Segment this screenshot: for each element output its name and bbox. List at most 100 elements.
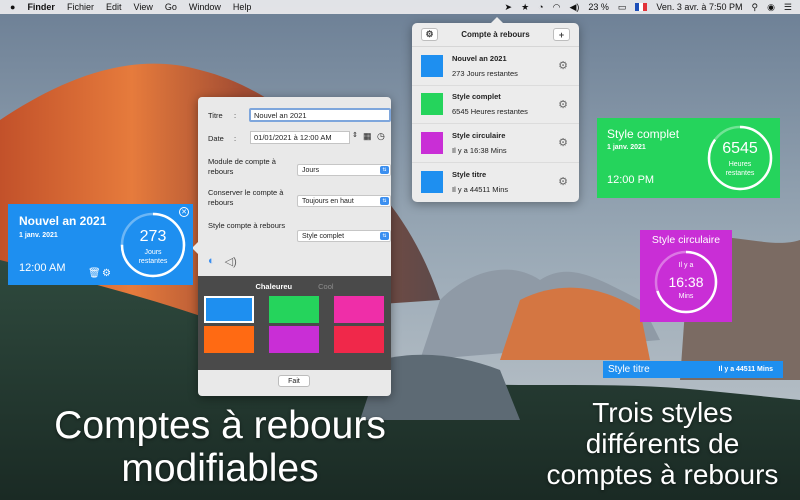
color-grid xyxy=(204,296,384,353)
widget-date: 1 janv. 2021 xyxy=(19,232,58,239)
widget-value: 273 xyxy=(139,228,167,245)
style-select[interactable]: Style complet ⇅ xyxy=(297,230,391,242)
countdown-list-item[interactable]: Nouvel an 2021 273 Jours restantes ⚙ xyxy=(412,47,579,86)
color-swatch xyxy=(421,93,443,116)
palette-icon[interactable]: ◐ xyxy=(208,255,215,268)
flag-icon[interactable] xyxy=(635,3,648,11)
location-arrow-icon[interactable]: ➤ xyxy=(505,0,513,14)
plus-icon: + xyxy=(558,29,565,40)
widget-time: 12:00 AM xyxy=(19,262,66,274)
countdown-list-item[interactable]: Style circulaire Il y a 16:38 Mins ⚙ xyxy=(412,124,579,163)
widget-unit: Jours restantes xyxy=(138,249,168,265)
gear-icon[interactable]: ⚙ xyxy=(558,98,568,111)
countdown-widget-green[interactable]: Style complet 1 janv. 2021 12:00 PM 6545… xyxy=(597,118,780,198)
menu-go[interactable]: Go xyxy=(165,2,177,12)
gear-icon[interactable]: ⚙ xyxy=(102,268,111,279)
chevron-updown-icon: ⇅ xyxy=(380,166,389,174)
menu-file[interactable]: Fichier xyxy=(67,2,94,12)
tab-cool[interactable]: Cool xyxy=(318,282,333,291)
spotlight-search-icon[interactable]: ⚲ xyxy=(751,0,758,14)
item-title: Nouvel an 2021 xyxy=(452,53,507,63)
widget-unit: Mins xyxy=(678,293,694,300)
battery-percent[interactable]: 23 % xyxy=(588,2,609,12)
widget-value: 16:38 xyxy=(668,274,704,290)
module-row: Module de compte à rebours Jours ⇅ xyxy=(208,157,391,177)
theme-tabs: Chaleureu Cool xyxy=(198,276,391,291)
countdown-list-item[interactable]: Style complet 6545 Heures restantes ⚙ xyxy=(412,86,579,124)
countdown-widget-title-style[interactable]: Style titre Il y a 44511 Mins xyxy=(603,361,783,378)
module-select[interactable]: Jours ⇅ xyxy=(297,164,391,176)
color-option[interactable] xyxy=(334,326,384,353)
countdown-widget-purple[interactable]: Style circulaire Il y a 16:38 Mins xyxy=(640,230,732,322)
keep-row: Conserver le compte à rebours Toujours e… xyxy=(208,188,391,208)
menu-bar-left: ● Finder Fichier Edit View Go Window Hel… xyxy=(0,0,251,14)
tab-warm[interactable]: Chaleureu xyxy=(255,282,292,291)
item-title: Style circulaire xyxy=(452,130,506,140)
style-row: Style compte à rebours Style complet ⇅ xyxy=(208,221,391,242)
date-input[interactable]: 01/01/2021 à 12:00 AM xyxy=(250,131,350,144)
widget-title: Style titre xyxy=(608,364,650,375)
countdown-editor-panel: Titre: Nouvel an 2021 Date: 01/01/2021 à… xyxy=(192,97,391,396)
siri-icon[interactable]: ◉ xyxy=(767,0,775,14)
color-swatch xyxy=(421,54,443,77)
date-row: Date: 01/01/2021 à 12:00 AM ⇕ ▦ ◷ xyxy=(208,131,385,144)
headline-right: Trois styles différents de comptes à reb… xyxy=(546,397,779,490)
clock-text[interactable]: Ven. 3 avr. à 7:50 PM xyxy=(656,2,742,12)
color-theme-picker: Chaleureu Cool xyxy=(198,276,391,370)
widget-unit: Heures restantes xyxy=(725,161,755,177)
apple-icon[interactable]: ● xyxy=(10,0,15,14)
color-swatch xyxy=(421,170,443,193)
menu-window[interactable]: Window xyxy=(189,2,221,12)
menu-edit[interactable]: Edit xyxy=(106,2,122,12)
menu-view[interactable]: View xyxy=(133,2,152,12)
countdown-widget-blue[interactable]: Nouvel an 2021 1 janv. 2021 12:00 AM 🗑 ⚙… xyxy=(8,204,193,285)
widget-top-label: Il y a xyxy=(678,262,694,269)
widget-time: 12:00 PM xyxy=(607,174,655,186)
star-icon[interactable]: ★ xyxy=(521,0,529,14)
gear-icon: ⚙ xyxy=(425,29,434,39)
trash-icon[interactable]: 🗑 xyxy=(88,268,101,279)
chevron-updown-icon: ⇅ xyxy=(380,197,389,205)
title-label: Titre xyxy=(208,111,223,120)
title-input[interactable]: Nouvel an 2021 xyxy=(249,108,391,122)
gear-icon[interactable]: ⚙ xyxy=(558,136,568,149)
stepper-icon[interactable]: ⇕ xyxy=(352,131,358,139)
menu-help[interactable]: Help xyxy=(233,2,252,12)
countdown-list-item[interactable]: Style titre Il y a 44511 Mins ⚙ xyxy=(412,163,579,202)
done-button[interactable]: Fait xyxy=(278,375,310,387)
color-swatch xyxy=(421,131,443,154)
countdown-popover: ⚙ Compte à rebours + Nouvel an 2021 273 J… xyxy=(412,17,579,202)
item-subtitle: Il y a 44511 Mins xyxy=(452,184,509,194)
color-option[interactable] xyxy=(269,296,319,323)
countdown-app-icon[interactable]: ◔ xyxy=(538,0,543,14)
style-label: Style compte à rebours xyxy=(208,221,286,230)
volume-icon[interactable]: ◀) xyxy=(569,0,579,14)
add-countdown-button[interactable]: + xyxy=(553,28,570,41)
sound-icon[interactable]: ◁) xyxy=(225,255,237,268)
widget-value: 6545 xyxy=(722,140,758,157)
wifi-icon[interactable]: ◠ xyxy=(553,0,561,14)
menu-bar: ● Finder Fichier Edit View Go Window Hel… xyxy=(0,0,800,14)
widget-date: 1 janv. 2021 xyxy=(607,144,646,151)
color-option[interactable] xyxy=(204,326,254,353)
item-subtitle: Il y a 16:38 Mins xyxy=(452,145,507,155)
headline-left: Comptes à rebours modifiables xyxy=(54,404,386,490)
gear-icon[interactable]: ⚙ xyxy=(558,59,568,72)
gear-icon[interactable]: ⚙ xyxy=(558,175,568,188)
notification-center-icon[interactable]: ☰ xyxy=(784,0,792,14)
menu-app-name[interactable]: Finder xyxy=(27,2,55,12)
color-option[interactable] xyxy=(269,326,319,353)
popover-header: ⚙ Compte à rebours + xyxy=(412,23,579,47)
widget-title: Style complet xyxy=(607,127,680,141)
widget-title: Nouvel an 2021 xyxy=(19,214,107,228)
keep-select[interactable]: Toujours en haut ⇅ xyxy=(297,195,391,207)
progress-ring xyxy=(707,125,773,191)
item-subtitle: 6545 Heures restantes xyxy=(452,107,528,117)
battery-icon[interactable]: ▭ xyxy=(618,0,627,14)
calendar-icon[interactable]: ▦ xyxy=(363,131,372,142)
color-option[interactable] xyxy=(334,296,384,323)
color-option[interactable] xyxy=(204,296,254,323)
chevron-updown-icon: ⇅ xyxy=(380,232,389,240)
clock-icon[interactable]: ◷ xyxy=(377,131,385,142)
popover-settings-button[interactable]: ⚙ xyxy=(421,28,438,41)
